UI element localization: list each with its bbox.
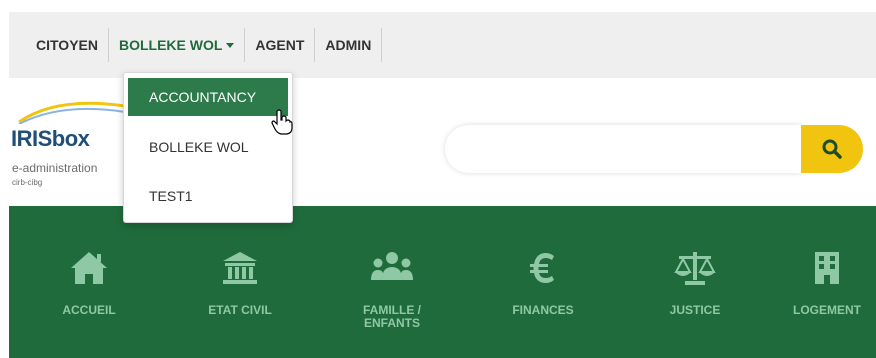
irisbox-logo[interactable]: IRISbox e-administration cirb-cibg <box>9 88 129 188</box>
topnav-admin[interactable]: ADMIN <box>315 28 383 62</box>
euro-icon <box>530 253 554 283</box>
apartment-icon <box>815 252 839 284</box>
logo-tagline: e-administration <box>12 161 98 175</box>
topnav-agent[interactable]: AGENT <box>245 28 316 62</box>
building-icon <box>223 252 257 284</box>
top-nav: CITOYEN BOLLEKE WOL AGENT ADMIN <box>27 28 383 62</box>
family-icon <box>371 252 413 280</box>
page: CITOYEN BOLLEKE WOL AGENT ADMIN IRISbox … <box>9 12 876 358</box>
main-nav: ACCUEIL ETAT CIVIL FAMILLE / ENFANTS FIN… <box>9 206 876 358</box>
logo-brand: IRISbox <box>11 126 90 151</box>
home-icon <box>71 252 107 284</box>
dropdown-item-bolleke-wol[interactable]: BOLLEKE WOL <box>124 128 292 166</box>
top-bar: CITOYEN BOLLEKE WOL AGENT ADMIN <box>9 12 876 78</box>
user-dropdown-menu: ACCOUNTANCY BOLLEKE WOL TEST1 <box>123 72 293 223</box>
hand-cursor-icon <box>271 109 293 135</box>
search-button[interactable] <box>801 125 863 173</box>
search-icon <box>822 139 842 159</box>
scales-icon <box>674 252 716 285</box>
dropdown-item-test1[interactable]: TEST1 <box>124 177 292 215</box>
caret-down-icon <box>226 42 235 48</box>
search-bar <box>445 125 865 173</box>
topnav-citoyen[interactable]: CITOYEN <box>27 28 109 62</box>
search-input[interactable] <box>445 125 801 173</box>
dropdown-item-accountancy[interactable]: ACCOUNTANCY <box>128 78 288 116</box>
topnav-bolleke-wol[interactable]: BOLLEKE WOL <box>109 28 246 62</box>
logo-arc-icon <box>18 101 126 124</box>
logo-small: cirb-cibg <box>12 178 43 187</box>
